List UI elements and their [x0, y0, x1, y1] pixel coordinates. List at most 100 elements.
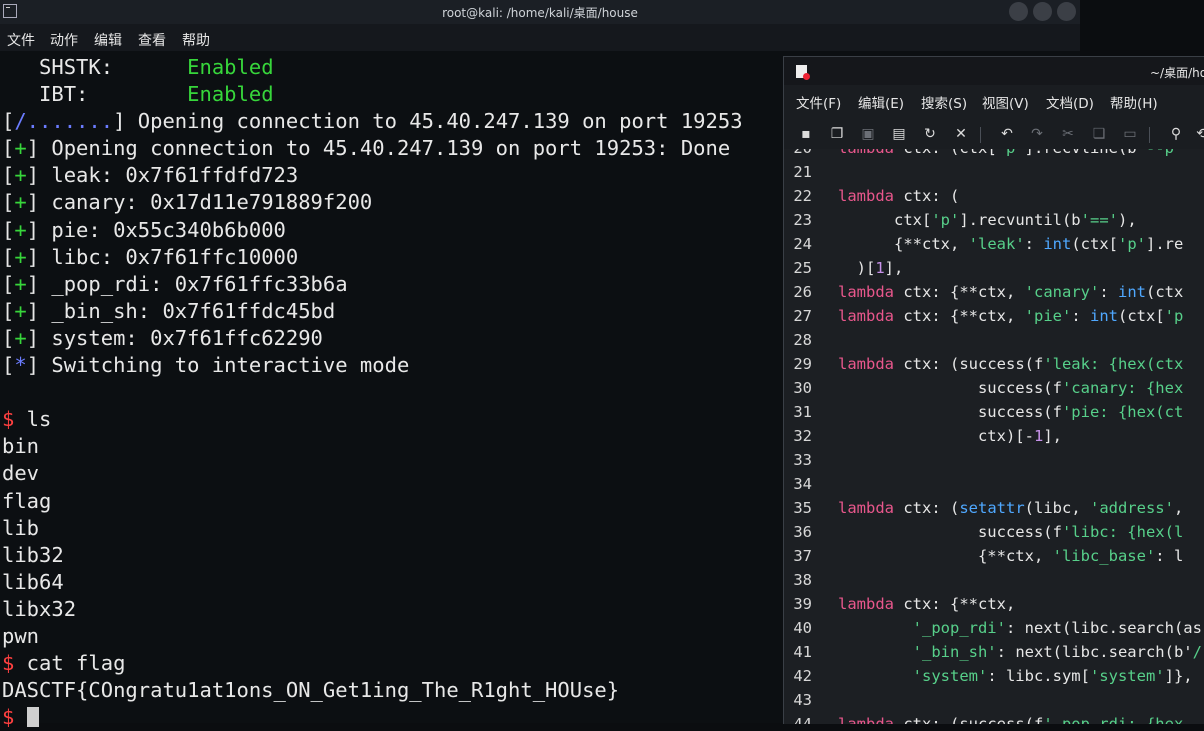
line-number: 30 — [793, 379, 812, 397]
status-marker: + — [14, 325, 27, 350]
code-line: 30 success(f'canary: {hex — [784, 376, 1204, 400]
line-number: 41 — [793, 643, 812, 661]
editor-menu-help[interactable]: 帮助(H) — [1110, 92, 1158, 112]
code-text: ctx['p'].recvuntil(b'=='), — [838, 211, 1137, 229]
code-line: 29 lambda ctx: (success(f'leak: {hex(ctx — [784, 352, 1204, 376]
status-marker: + — [14, 217, 27, 242]
code-line: 35 lambda ctx: (setattr(libc, 'address', — [784, 496, 1204, 520]
code-line: 39 lambda ctx: {**ctx, — [784, 592, 1204, 616]
code-text: lambda ctx: {**ctx, 'pie': int(ctx['p — [838, 307, 1184, 325]
paste-icon[interactable]: ▭ — [1122, 126, 1138, 142]
copy-icon[interactable]: ❏ — [1091, 126, 1107, 142]
code-line: 38 — [784, 568, 1204, 592]
maximize-button[interactable] — [1033, 2, 1052, 21]
line-number: 28 — [793, 331, 812, 349]
line-number: 29 — [793, 355, 812, 373]
terminal-title: root@kali: /home/kali/桌面/house — [442, 6, 638, 20]
replace-icon[interactable]: ⟲ — [1194, 126, 1204, 142]
line-number: 44 — [793, 715, 812, 724]
terminal-titlebar[interactable]: root@kali: /home/kali/桌面/house — [0, 0, 1080, 24]
code-text: lambda ctx: (success(f'_pop_rdi: {hex — [838, 715, 1184, 724]
minimize-button[interactable] — [1009, 2, 1028, 21]
reload-icon[interactable]: ↻ — [922, 126, 938, 142]
code-line: 43 — [784, 688, 1204, 712]
line-number: 39 — [793, 595, 812, 613]
code-text: ctx)[-1], — [838, 427, 1062, 445]
line-number: 38 — [793, 571, 812, 589]
editor-menu-document[interactable]: 文档(D) — [1046, 92, 1094, 112]
search-icon[interactable]: ⚲ — [1168, 126, 1184, 142]
save-as-icon[interactable]: ▤ — [891, 126, 907, 142]
text-cursor — [26, 707, 39, 728]
terminal-menubar: 文件 动作 编辑 查看 帮助 — [0, 24, 1080, 51]
code-text: lambda ctx: {**ctx, 'canary': int(ctx — [838, 283, 1184, 301]
line-number: 24 — [793, 235, 812, 253]
editor-title: ~/桌面/ho — [1150, 66, 1204, 80]
code-line: 27 lambda ctx: {**ctx, 'pie': int(ctx['p — [784, 304, 1204, 328]
close-icon[interactable]: ✕ — [953, 126, 969, 142]
code-text: success(f'libc: {hex(l — [838, 523, 1184, 541]
security-status: Enabled — [187, 82, 274, 107]
code-text: {**ctx, 'leak': int(ctx['p'].re — [838, 235, 1184, 253]
status-marker: + — [14, 298, 27, 323]
code-line: 28 — [784, 328, 1204, 352]
editor-titlebar[interactable]: ~/桌面/ho — [784, 57, 1204, 85]
code-line: 22 lambda ctx: ( — [784, 184, 1204, 208]
code-text: '_pop_rdi': next(libc.search(as — [912, 619, 1202, 637]
code-text: 'system': libc.sym['system']}, — [912, 667, 1193, 685]
menu-edit[interactable]: 编辑 — [94, 30, 122, 50]
editor-app-icon — [796, 65, 810, 80]
text-editor-window[interactable]: ~/桌面/ho 文件(F) 编辑(E) 搜索(S) 视图(V) 文档(D) 帮助… — [783, 56, 1204, 724]
save-icon[interactable]: ▣ — [860, 126, 876, 142]
menu-action[interactable]: 动作 — [50, 30, 78, 50]
code-area[interactable]: 20 lambda ctx: (ctx['p'].recvline(b'--p 21… — [784, 149, 1204, 724]
line-number: 31 — [793, 403, 812, 421]
code-line: 44 lambda ctx: (success(f'_pop_rdi: {hex — [784, 712, 1204, 724]
menu-help[interactable]: 帮助 — [182, 30, 210, 50]
editor-menubar: 文件(F) 编辑(E) 搜索(S) 视图(V) 文档(D) 帮助(H) — [784, 88, 1204, 114]
menu-file[interactable]: 文件 — [7, 30, 35, 50]
code-text: '_bin_sh': next(libc.search(b'/ — [912, 643, 1202, 661]
code-line: 32 ctx)[-1], — [784, 424, 1204, 448]
status-marker: + — [14, 271, 27, 296]
redo-icon[interactable]: ↷ — [1029, 126, 1045, 142]
code-line: 20 lambda ctx: (ctx['p'].recvline(b'--p — [784, 149, 1204, 160]
close-button[interactable] — [1057, 2, 1076, 21]
line-number: 43 — [793, 691, 812, 709]
code-line: 36 success(f'libc: {hex(l — [784, 520, 1204, 544]
open-copy-icon[interactable]: ❐ — [829, 126, 845, 142]
security-status: Enabled — [187, 55, 274, 79]
code-text: {**ctx, 'libc_base': l — [838, 547, 1184, 565]
line-number: 42 — [793, 667, 812, 685]
line-number: 27 — [793, 307, 812, 325]
editor-menu-view[interactable]: 视图(V) — [982, 92, 1029, 112]
menu-view[interactable]: 查看 — [138, 30, 166, 50]
line-number: 36 — [793, 523, 812, 541]
prompt-symbol: $ — [2, 407, 15, 432]
line-number: 34 — [793, 475, 812, 493]
code-line: 31 success(f'pie: {hex(ct — [784, 400, 1204, 424]
code-line: 33 — [784, 448, 1204, 472]
line-number: 23 — [793, 211, 812, 229]
new-document-icon[interactable]: ▪ — [798, 126, 814, 142]
line-number: 25 — [793, 259, 812, 277]
cut-icon[interactable]: ✂ — [1060, 126, 1076, 142]
editor-menu-search[interactable]: 搜索(S) — [921, 92, 967, 112]
code-line: 37 {**ctx, 'libc_base': l — [784, 544, 1204, 568]
code-text: lambda ctx: (ctx['p'].recvline(b'--p — [838, 149, 1174, 160]
editor-menu-edit[interactable]: 编辑(E) — [858, 92, 904, 112]
line-number: 26 — [793, 283, 812, 301]
code-line: 26 lambda ctx: {**ctx, 'canary': int(ctx — [784, 280, 1204, 304]
code-line: 41 '_bin_sh': next(libc.search(b'/ — [784, 640, 1204, 664]
status-marker: + — [14, 244, 27, 269]
code-line: 24 {**ctx, 'leak': int(ctx['p'].re — [784, 232, 1204, 256]
line-number: 22 — [793, 187, 812, 205]
code-text: success(f'pie: {hex(ct — [838, 403, 1184, 421]
code-line: 23 ctx['p'].recvuntil(b'=='), — [784, 208, 1204, 232]
editor-toolbar: ▪ ❐ ▣ ▤ ↻ ✕ ↶ ↷ ✂ ❏ ▭ ⚲ ⟲ — [784, 119, 1204, 149]
code-text: lambda ctx: (setattr(libc, 'address', — [838, 499, 1184, 517]
undo-icon[interactable]: ↶ — [999, 126, 1015, 142]
status-marker: /....... — [14, 109, 114, 134]
editor-menu-file[interactable]: 文件(F) — [796, 92, 841, 112]
prompt-symbol: $ — [2, 705, 15, 730]
